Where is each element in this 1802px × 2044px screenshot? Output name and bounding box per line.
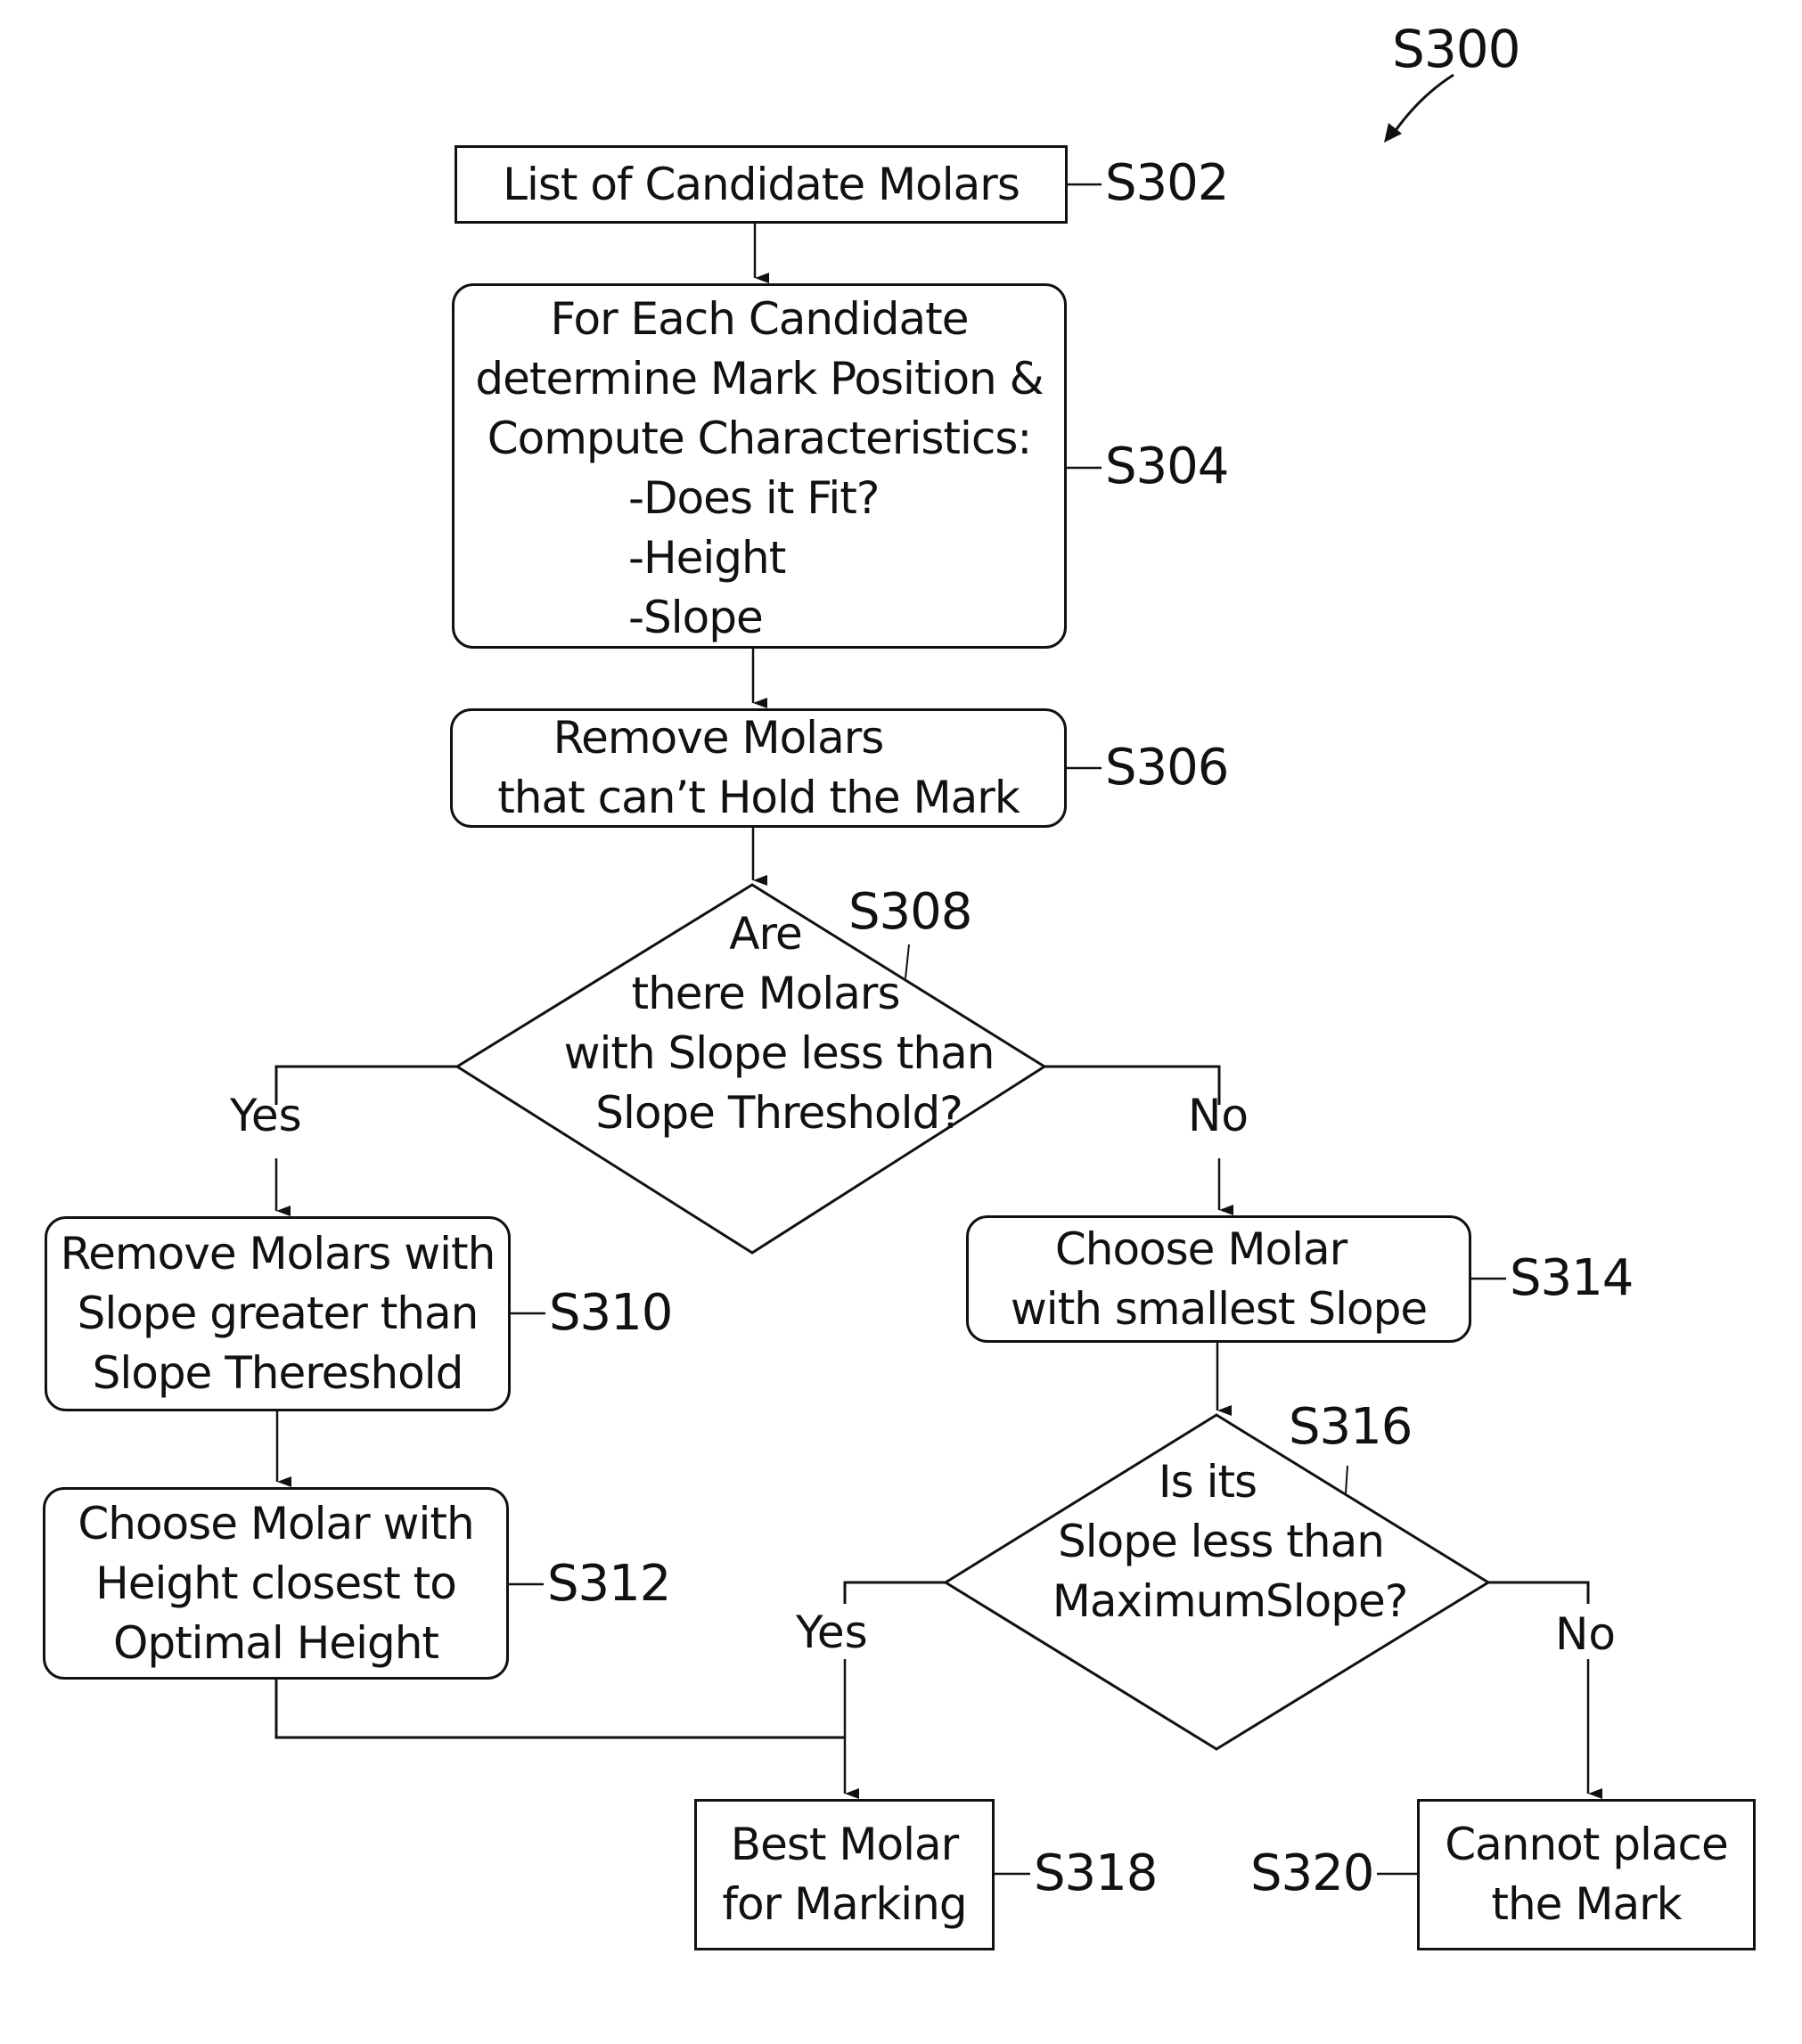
box-text: the Mark <box>1491 1878 1682 1930</box>
figure-pointer-arrow <box>1388 73 1454 139</box>
box-text: Slope Thereshold <box>92 1347 464 1399</box>
ref-label-s308: S308 <box>848 883 972 941</box>
decision-line: Slope less than <box>1058 1516 1385 1567</box>
ref-label-s306: S306 <box>1105 739 1229 797</box>
ref-label-s316: S316 <box>1289 1398 1413 1456</box>
branch-yes-s308: Yes <box>230 1090 302 1141</box>
process-box-s312: Choose Molar with Height closest to Opti… <box>43 1487 509 1680</box>
decision-line: with Slope less than <box>563 1027 995 1079</box>
box-text: Remove Molars <box>553 712 885 764</box>
characteristic-item: -Does it Fit? <box>628 472 880 524</box>
box-text: Choose Molar with <box>78 1497 474 1549</box>
branch-no-s316: No <box>1555 1608 1616 1660</box>
ref-label-s302: S302 <box>1105 154 1229 212</box>
ref-label-s320: S320 <box>1250 1844 1374 1902</box>
characteristic-item: -Height <box>628 532 786 584</box>
branch-yes-s316: Yes <box>796 1607 868 1658</box>
process-box-s304: For Each Candidate determine Mark Positi… <box>452 283 1067 649</box>
box-text: Slope greater than <box>77 1288 479 1339</box>
figure-label: S300 <box>1392 19 1521 79</box>
ref-label-s318: S318 <box>1034 1844 1158 1902</box>
process-box-s314: Choose Molar with smallest Slope <box>966 1215 1471 1343</box>
connector-s308-yes <box>274 1065 457 1105</box>
decision-text-s316: Is its Slope less than MaximumSlope? <box>1025 1452 1417 1631</box>
connector-s316-no <box>1488 1581 1590 1604</box>
box-text: that can’t Hold the Mark <box>497 772 1020 823</box>
branch-no-s308: No <box>1188 1090 1249 1141</box>
box-text: for Marking <box>722 1878 967 1930</box>
ref-label-s310: S310 <box>549 1284 673 1342</box>
ref-label-s314: S314 <box>1510 1249 1634 1307</box>
decision-line: Is its <box>1158 1456 1257 1508</box>
ref-label-s312: S312 <box>547 1555 671 1613</box>
box-text: Choose Molar <box>1054 1222 1347 1275</box>
decision-line: MaximumSlope? <box>1052 1575 1409 1627</box>
box-text: List of Candidate Molars <box>503 158 1020 210</box>
terminal-box-s318: Best Molar for Marking <box>694 1799 995 1950</box>
box-text: For Each Candidate <box>550 293 970 345</box>
box-text: Compute Characteristics: <box>487 413 1033 464</box>
box-text: determine Mark Position & <box>475 353 1044 405</box>
box-text: Height closest to <box>95 1557 457 1609</box>
box-text: Optimal Height <box>112 1616 439 1669</box>
characteristic-item: -Slope <box>628 592 764 643</box>
process-box-s310: Remove Molars with Slope greater than Sl… <box>45 1216 511 1411</box>
box-text: Remove Molars with <box>60 1228 496 1280</box>
box-text: Cannot place <box>1445 1819 1729 1870</box>
ref-label-s304: S304 <box>1105 437 1229 495</box>
terminal-box-s320: Cannot place the Mark <box>1417 1799 1756 1950</box>
box-text: Best Molar <box>730 1819 959 1870</box>
connector-s316-yes <box>843 1581 946 1604</box>
process-box-s302: List of Candidate Molars <box>455 145 1068 224</box>
process-box-s306: Remove Molars that can’t Hold the Mark <box>450 708 1067 828</box>
box-text: with smallest Slope <box>1010 1282 1428 1335</box>
decision-line: there Molars <box>631 968 900 1019</box>
connector-s312-merge <box>274 1680 845 1739</box>
decision-line: Slope Threshold? <box>595 1087 963 1139</box>
